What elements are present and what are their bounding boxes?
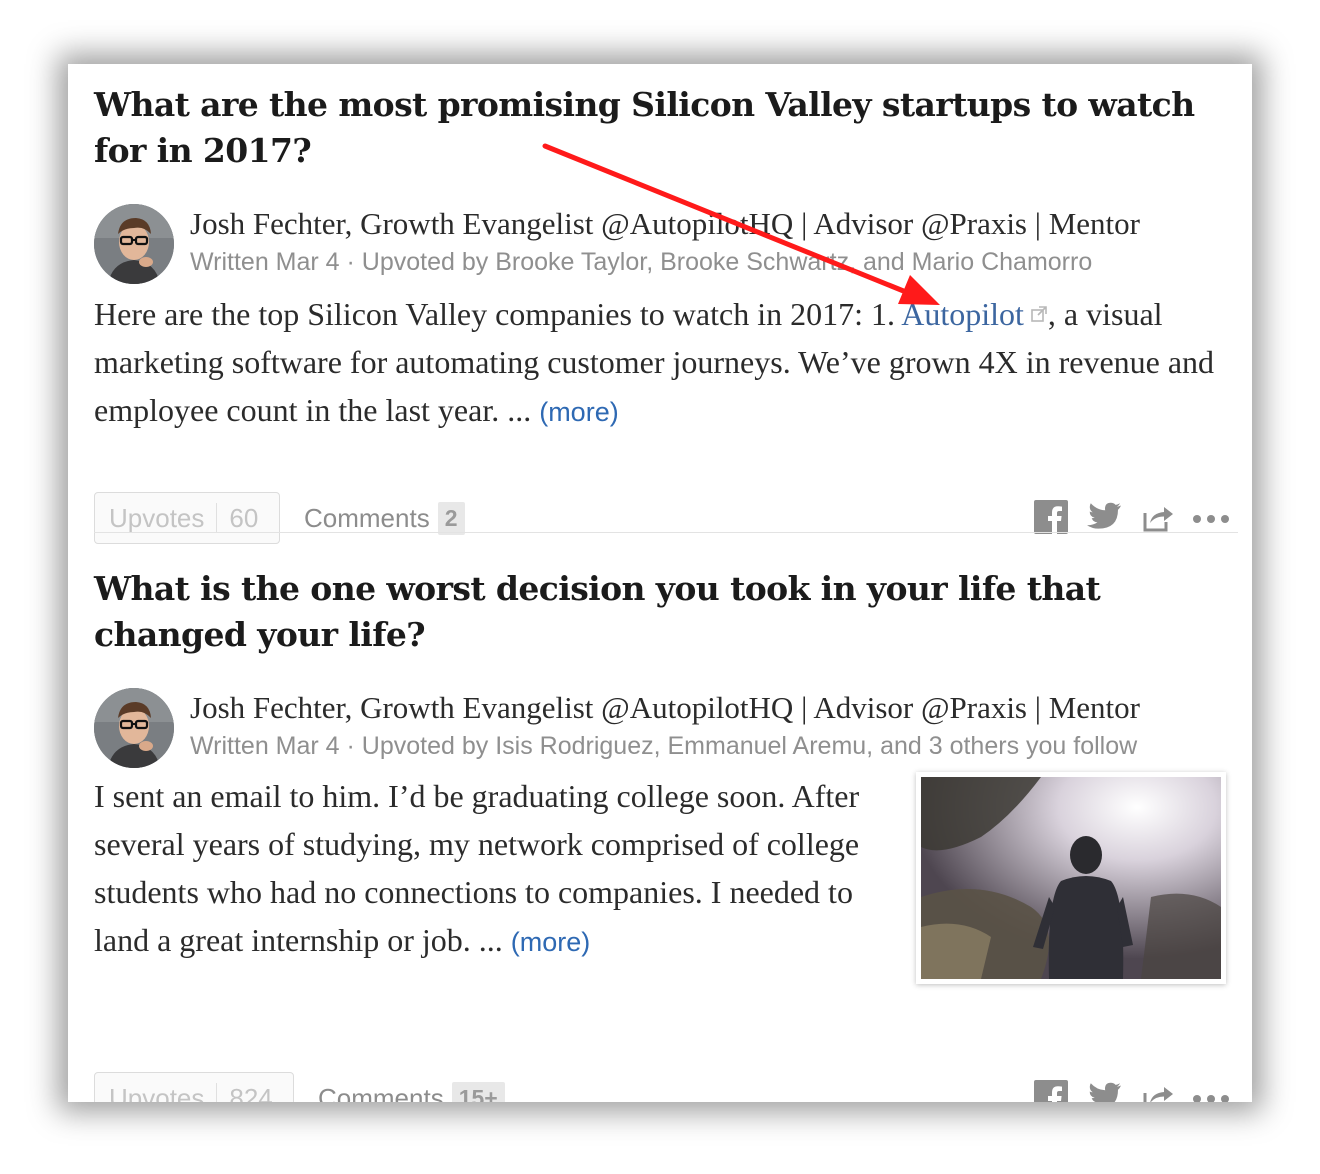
author-row: Josh Fechter, Growth Evangelist @Autopil… [94,192,1240,284]
more-link[interactable]: (more) [539,397,619,427]
comments-count: 15+ [451,1081,505,1102]
facebook-icon[interactable] [1034,1080,1068,1102]
upvote-label: Upvotes [109,502,205,533]
upvote-label: Upvotes [109,1082,205,1103]
question-title[interactable]: What are the most promising Silicon Vall… [94,82,1240,174]
autopilot-link[interactable]: Autopilot [901,296,1024,332]
external-link-icon [1030,288,1048,336]
answer-card-1: What are the most promising Silicon Vall… [94,82,1240,544]
divider [216,503,218,533]
answer-text: I sent an email to him. I’d be graduatin… [94,778,860,958]
avatar[interactable] [94,688,174,768]
divider [216,1083,218,1102]
more-options-icon[interactable] [1192,511,1230,529]
answer-feed: What are the most promising Silicon Vall… [68,64,1252,1102]
author-credential[interactable]: Josh Fechter, Growth Evangelist @Autopil… [190,688,1140,728]
comments-button[interactable]: Comments 15+ [318,1072,505,1102]
upvote-count: 824 [229,1082,273,1103]
comments-count: 2 [437,501,465,535]
comments-button[interactable]: Comments 2 [304,492,465,544]
action-bar: Upvotes 824 Comments 15+ [94,1072,1240,1102]
share-icons [1034,1080,1230,1102]
answer-meta: Written Mar 4 · Upvoted by Brooke Taylor… [190,248,1093,276]
author-credential[interactable]: Josh Fechter, Growth Evangelist @Autopil… [190,204,1140,244]
answer-card-2: What is the one worst decision you took … [94,566,1240,1102]
more-link[interactable]: (more) [511,927,591,957]
answer-meta: Written Mar 4 · Upvoted by Isis Rodrigue… [190,732,1138,760]
avatar[interactable] [94,204,174,284]
upvote-button[interactable]: Upvotes 60 [94,492,280,544]
share-icons [1034,500,1230,539]
upvote-button[interactable]: Upvotes 824 [94,1072,294,1102]
author-row: Josh Fechter, Growth Evangelist @Autopil… [94,676,1240,768]
answer-text: Here are the top Silicon Valley companie… [94,296,902,332]
action-bar: Upvotes 60 Comments 2 [94,492,1240,546]
more-options-icon[interactable] [1192,1091,1230,1102]
share-icon[interactable] [1140,1081,1174,1102]
answer-preview[interactable]: Here are the top Silicon Valley companie… [94,288,1240,436]
comments-label: Comments [318,1082,444,1103]
facebook-icon[interactable] [1034,500,1068,539]
comments-label: Comments [304,502,430,533]
answer-divider [94,532,1238,533]
answer-preview[interactable]: I sent an email to him. I’d be graduatin… [94,772,899,966]
question-title[interactable]: What is the one worst decision you took … [94,566,1240,658]
twitter-icon[interactable] [1086,1082,1122,1102]
upvote-count: 60 [229,502,259,533]
answer-thumbnail[interactable] [916,772,1226,984]
